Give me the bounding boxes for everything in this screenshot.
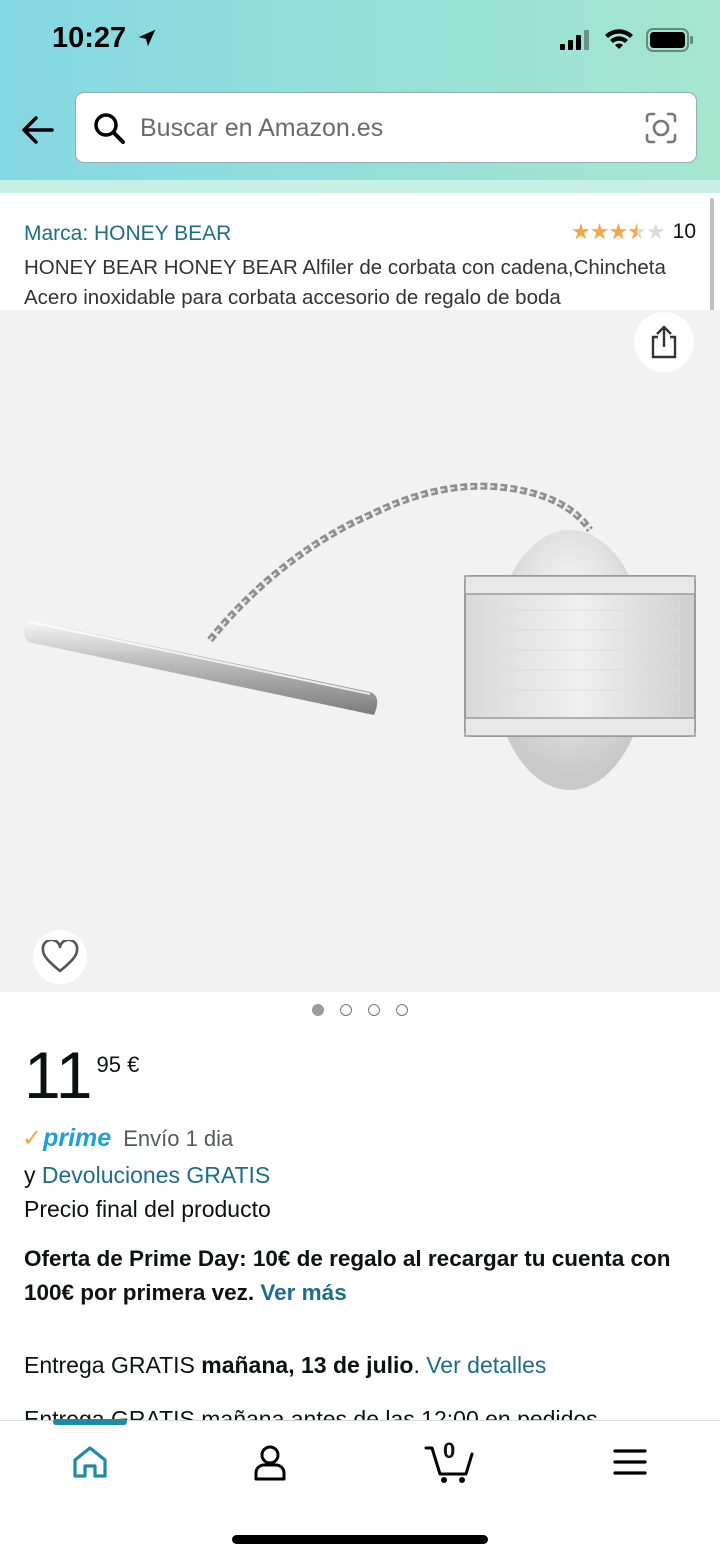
pagination-dot[interactable] — [340, 1004, 352, 1016]
view-details-link[interactable]: Ver detalles — [426, 1352, 546, 1378]
location-arrow-icon — [138, 29, 156, 47]
returns-line: y Devoluciones GRATIS — [24, 1162, 270, 1189]
brand-link[interactable]: Marca: HONEY BEAR — [24, 222, 231, 246]
nav-menu[interactable] — [600, 1440, 660, 1484]
nav-cart[interactable]: 0 — [420, 1438, 480, 1484]
delivery-suffix: . — [413, 1352, 420, 1378]
nav-home[interactable] — [60, 1440, 120, 1484]
wifi-icon — [605, 29, 633, 49]
home-indicator — [232, 1535, 488, 1544]
prime-logo: prime — [43, 1124, 112, 1152]
header-strip — [0, 180, 720, 193]
final-price-note: Precio final del producto — [24, 1196, 271, 1222]
product-title: HONEY BEAR HONEY BEAR Alfiler de corbata… — [24, 256, 666, 309]
scrollbar[interactable] — [710, 198, 714, 324]
battery-icon — [646, 28, 693, 52]
delivery-prefix: Entrega GRATIS — [24, 1352, 195, 1378]
pagination-dot[interactable] — [312, 1004, 324, 1016]
prime-row: ✓ prime Envío 1 dia — [22, 1124, 233, 1153]
home-icon — [73, 1446, 107, 1478]
share-icon — [651, 325, 677, 359]
search-icon — [94, 113, 125, 144]
status-time-text: 10:27 — [52, 22, 127, 54]
prime-day-offer: Oferta de Prime Day: 10€ de regalo al re… — [24, 1242, 714, 1310]
tie-tack-product-image — [23, 482, 696, 790]
price-fraction: 95 € — [96, 1052, 140, 1077]
active-tab-indicator — [53, 1419, 127, 1425]
image-pagination-dots[interactable] — [0, 1004, 720, 1016]
delivery-date: mañana, 13 de julio — [201, 1352, 414, 1378]
pagination-dot[interactable] — [396, 1004, 408, 1016]
menu-icon — [613, 1449, 647, 1475]
see-more-link[interactable]: Ver más — [260, 1280, 346, 1305]
prime-check-icon: ✓ — [22, 1125, 43, 1152]
shipping-speed: Envío 1 dia — [123, 1125, 234, 1151]
status-time: 10:27 — [52, 22, 158, 55]
cart-count: 0 — [443, 1438, 456, 1463]
rating-summary[interactable]: ★★★★★★★★★★ 10 — [571, 220, 696, 244]
price: 11 95 € — [24, 1040, 139, 1110]
camera-lens-icon[interactable] — [644, 111, 678, 145]
nav-account[interactable] — [240, 1440, 300, 1484]
delivery-info: Entrega GRATIS mañana, 13 de julio. Ver … — [24, 1352, 546, 1379]
back-arrow-icon — [22, 116, 54, 144]
offer-text: Oferta de Prime Day: 10€ de regalo al re… — [24, 1246, 671, 1305]
back-button[interactable] — [18, 108, 58, 152]
heart-icon — [41, 940, 79, 973]
search-bar[interactable] — [75, 92, 697, 163]
user-icon — [254, 1445, 286, 1481]
rating-count: 10 — [672, 220, 696, 243]
add-to-wishlist-button[interactable] — [33, 930, 87, 984]
free-returns-link[interactable]: Devoluciones GRATIS — [42, 1162, 270, 1188]
share-button[interactable] — [634, 312, 694, 372]
star-rating-icon: ★★★★★★★★★★ — [571, 219, 666, 244]
search-input[interactable] — [138, 107, 622, 149]
delivery-second-line: Entrega GRATIS mañana antes de las 12:00… — [24, 1406, 598, 1420]
price-whole: 11 — [24, 1038, 93, 1112]
status-icons — [560, 28, 694, 52]
pagination-dot[interactable] — [368, 1004, 380, 1016]
signal-icon — [560, 30, 589, 50]
returns-prefix: y — [24, 1162, 36, 1188]
